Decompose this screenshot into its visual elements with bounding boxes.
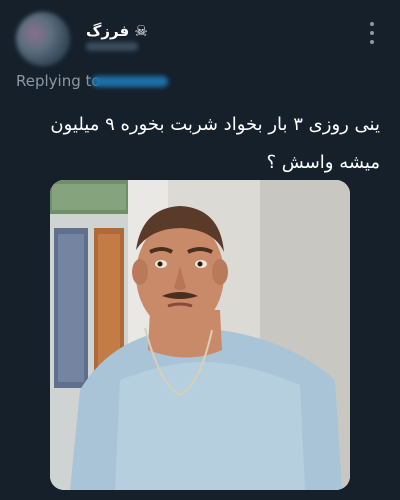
more-options-icon[interactable] bbox=[364, 22, 380, 44]
author-name-text: فرزگ bbox=[86, 22, 130, 40]
skull-emoji: ☠ bbox=[134, 22, 148, 40]
author-display-name[interactable]: ☠ فرزگ bbox=[86, 22, 148, 40]
meme-photo bbox=[50, 180, 350, 490]
tweet-text: ینی روزی ۳ بار بخواد شربت بخوره ۹ میلیون… bbox=[50, 114, 380, 173]
replying-to-label: Replying to bbox=[16, 72, 101, 90]
author-avatar[interactable] bbox=[16, 12, 70, 66]
reply-handle-redacted[interactable] bbox=[92, 76, 168, 87]
tweet-image[interactable] bbox=[50, 180, 350, 490]
author-handle-redacted bbox=[86, 42, 138, 51]
